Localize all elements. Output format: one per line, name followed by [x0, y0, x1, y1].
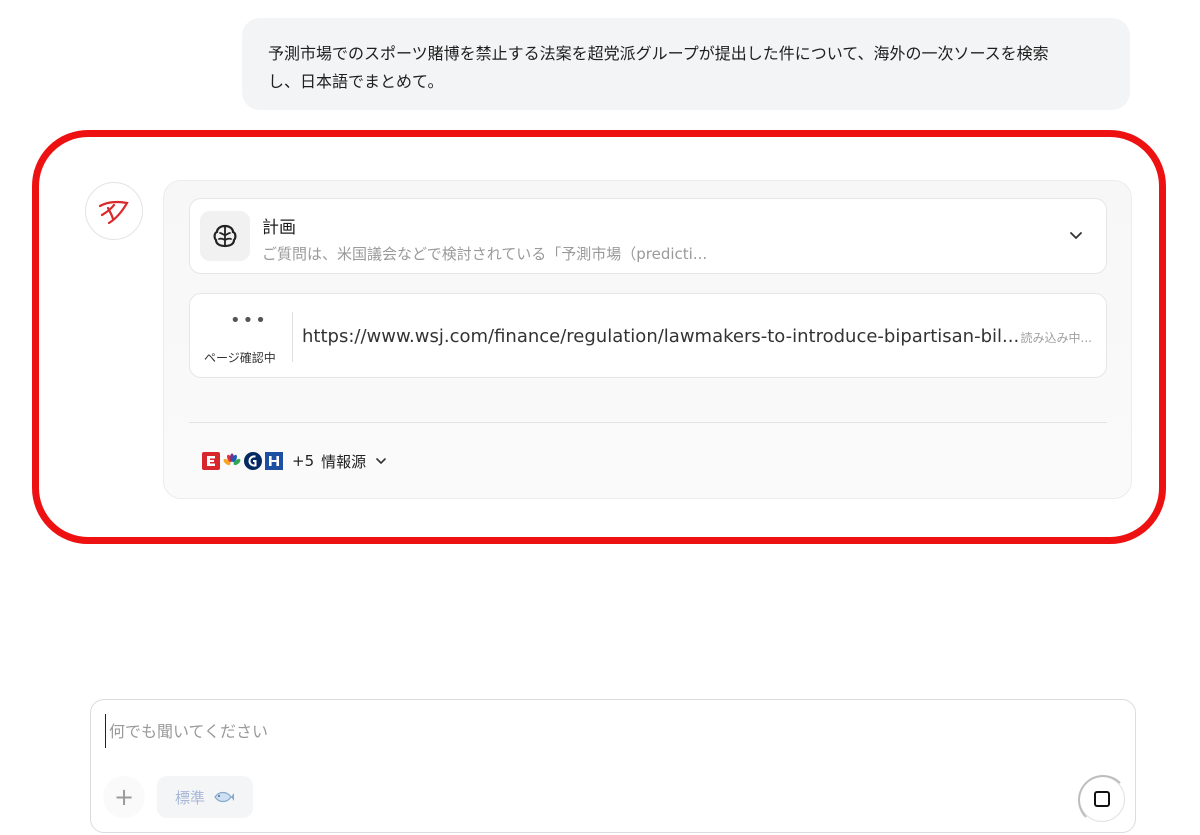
mode-label: 標準 [174, 788, 205, 807]
divider [292, 312, 293, 362]
add-attachment-button[interactable]: + [103, 776, 145, 818]
page-url-link[interactable]: https://www.wsj.com/finance/regulation/l… [302, 326, 1019, 347]
plan-panel[interactable]: 計画 ご質問は、米国議会などで検討されている「予測市場（predicti... [189, 198, 1107, 274]
stop-generation-button[interactable] [1078, 775, 1128, 825]
sources-toggle[interactable]: +5 情報源 [202, 449, 388, 473]
user-message-line-2: し、日本語でまとめて。 [268, 72, 444, 91]
page-check-status: ページ確認中 [204, 351, 276, 365]
sources-label: 情報源 [321, 452, 367, 471]
espn-icon [202, 452, 220, 470]
divider [189, 422, 1107, 423]
mode-selector-button[interactable]: 標準 [157, 776, 253, 818]
chat-input[interactable] [105, 714, 1111, 748]
fish-icon [214, 791, 234, 803]
chat-composer: + 標準 [90, 699, 1136, 833]
hill-icon [265, 452, 283, 470]
loading-dots-icon: ••• [230, 310, 268, 331]
nbc-peacock-icon [223, 452, 241, 470]
assistant-avatar [85, 182, 143, 240]
plus-icon: + [113, 783, 135, 811]
user-message-bubble: 予測市場でのスポーツ賭博を禁止する法案を超党派グループが提出した件について、海外… [242, 18, 1130, 110]
plan-title: 計画 [262, 218, 296, 238]
guardian-icon [244, 452, 262, 470]
brain-icon [200, 211, 250, 261]
loading-status: 読み込み中... [1020, 331, 1092, 345]
sources-extra-count: +5 [292, 452, 315, 470]
page-check-panel: ••• ページ確認中 https://www.wsj.com/finance/r… [189, 293, 1107, 378]
chevron-down-icon [376, 458, 386, 464]
chevron-down-icon[interactable] [1066, 225, 1086, 245]
swirl-logo-icon [98, 200, 129, 225]
progress-ring [1078, 775, 1128, 825]
user-message-line-1: 予測市場でのスポーツ賭博を禁止する法案を超党派グループが提出した件について、海外… [268, 44, 1049, 63]
plan-subtitle: ご質問は、米国議会などで検討されている「予測市場（predicti... [262, 245, 708, 263]
